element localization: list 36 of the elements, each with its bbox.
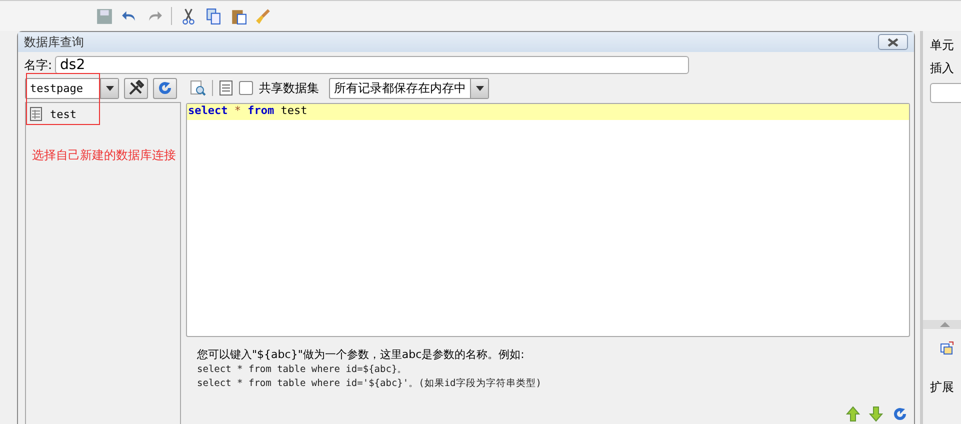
preview-icon[interactable] xyxy=(190,80,206,96)
refresh-icon[interactable] xyxy=(892,406,908,422)
help-text: select * from table where id=${abc}。 xyxy=(197,363,408,376)
storage-dropdown[interactable]: 所有记录都保存在内存中 xyxy=(329,78,489,98)
paste-icon[interactable] xyxy=(230,8,247,24)
copy-icon[interactable] xyxy=(205,8,222,24)
arrow-up-icon[interactable] xyxy=(846,406,860,422)
window-title: 数据库查询 xyxy=(24,34,84,50)
help-text: select * from table where id='${abc}'。(如果id字段为字符串类型) xyxy=(197,377,542,390)
panel-label: 单元 xyxy=(930,37,955,54)
splitter-handle[interactable] xyxy=(923,320,961,329)
table-icon xyxy=(30,107,42,121)
shared-checkbox[interactable] xyxy=(239,81,253,95)
brush-icon[interactable] xyxy=(255,8,272,24)
annotation-text: 选择自己新建的数据库连接 xyxy=(32,147,176,163)
tools-button[interactable] xyxy=(124,78,148,98)
name-field[interactable]: ds2 xyxy=(55,56,690,74)
panel-label: 扩展 xyxy=(930,379,955,396)
caret-icon xyxy=(476,86,484,90)
arrow-down-icon[interactable] xyxy=(869,406,883,422)
caret-icon xyxy=(106,86,114,90)
panel-label: 插入 xyxy=(930,60,955,77)
help-text: 您可以键入"${abc}"做为一个参数，这里abc是参数的名称。例如: xyxy=(197,347,526,362)
layers-icon[interactable] xyxy=(940,341,954,355)
close-icon xyxy=(887,38,899,46)
close-button[interactable] xyxy=(878,34,908,50)
refresh-icon xyxy=(157,80,173,96)
name-label: 名字: xyxy=(24,56,52,74)
shared-label: 共享数据集 xyxy=(259,80,319,96)
refresh-button[interactable] xyxy=(153,78,177,98)
sql-editor[interactable]: select * from test xyxy=(186,103,910,337)
connection-dropdown[interactable]: testpage xyxy=(25,78,119,98)
cut-icon[interactable] xyxy=(180,8,197,24)
table-item[interactable]: test xyxy=(28,105,178,123)
tools-icon xyxy=(128,80,144,96)
document-icon[interactable] xyxy=(219,80,233,96)
